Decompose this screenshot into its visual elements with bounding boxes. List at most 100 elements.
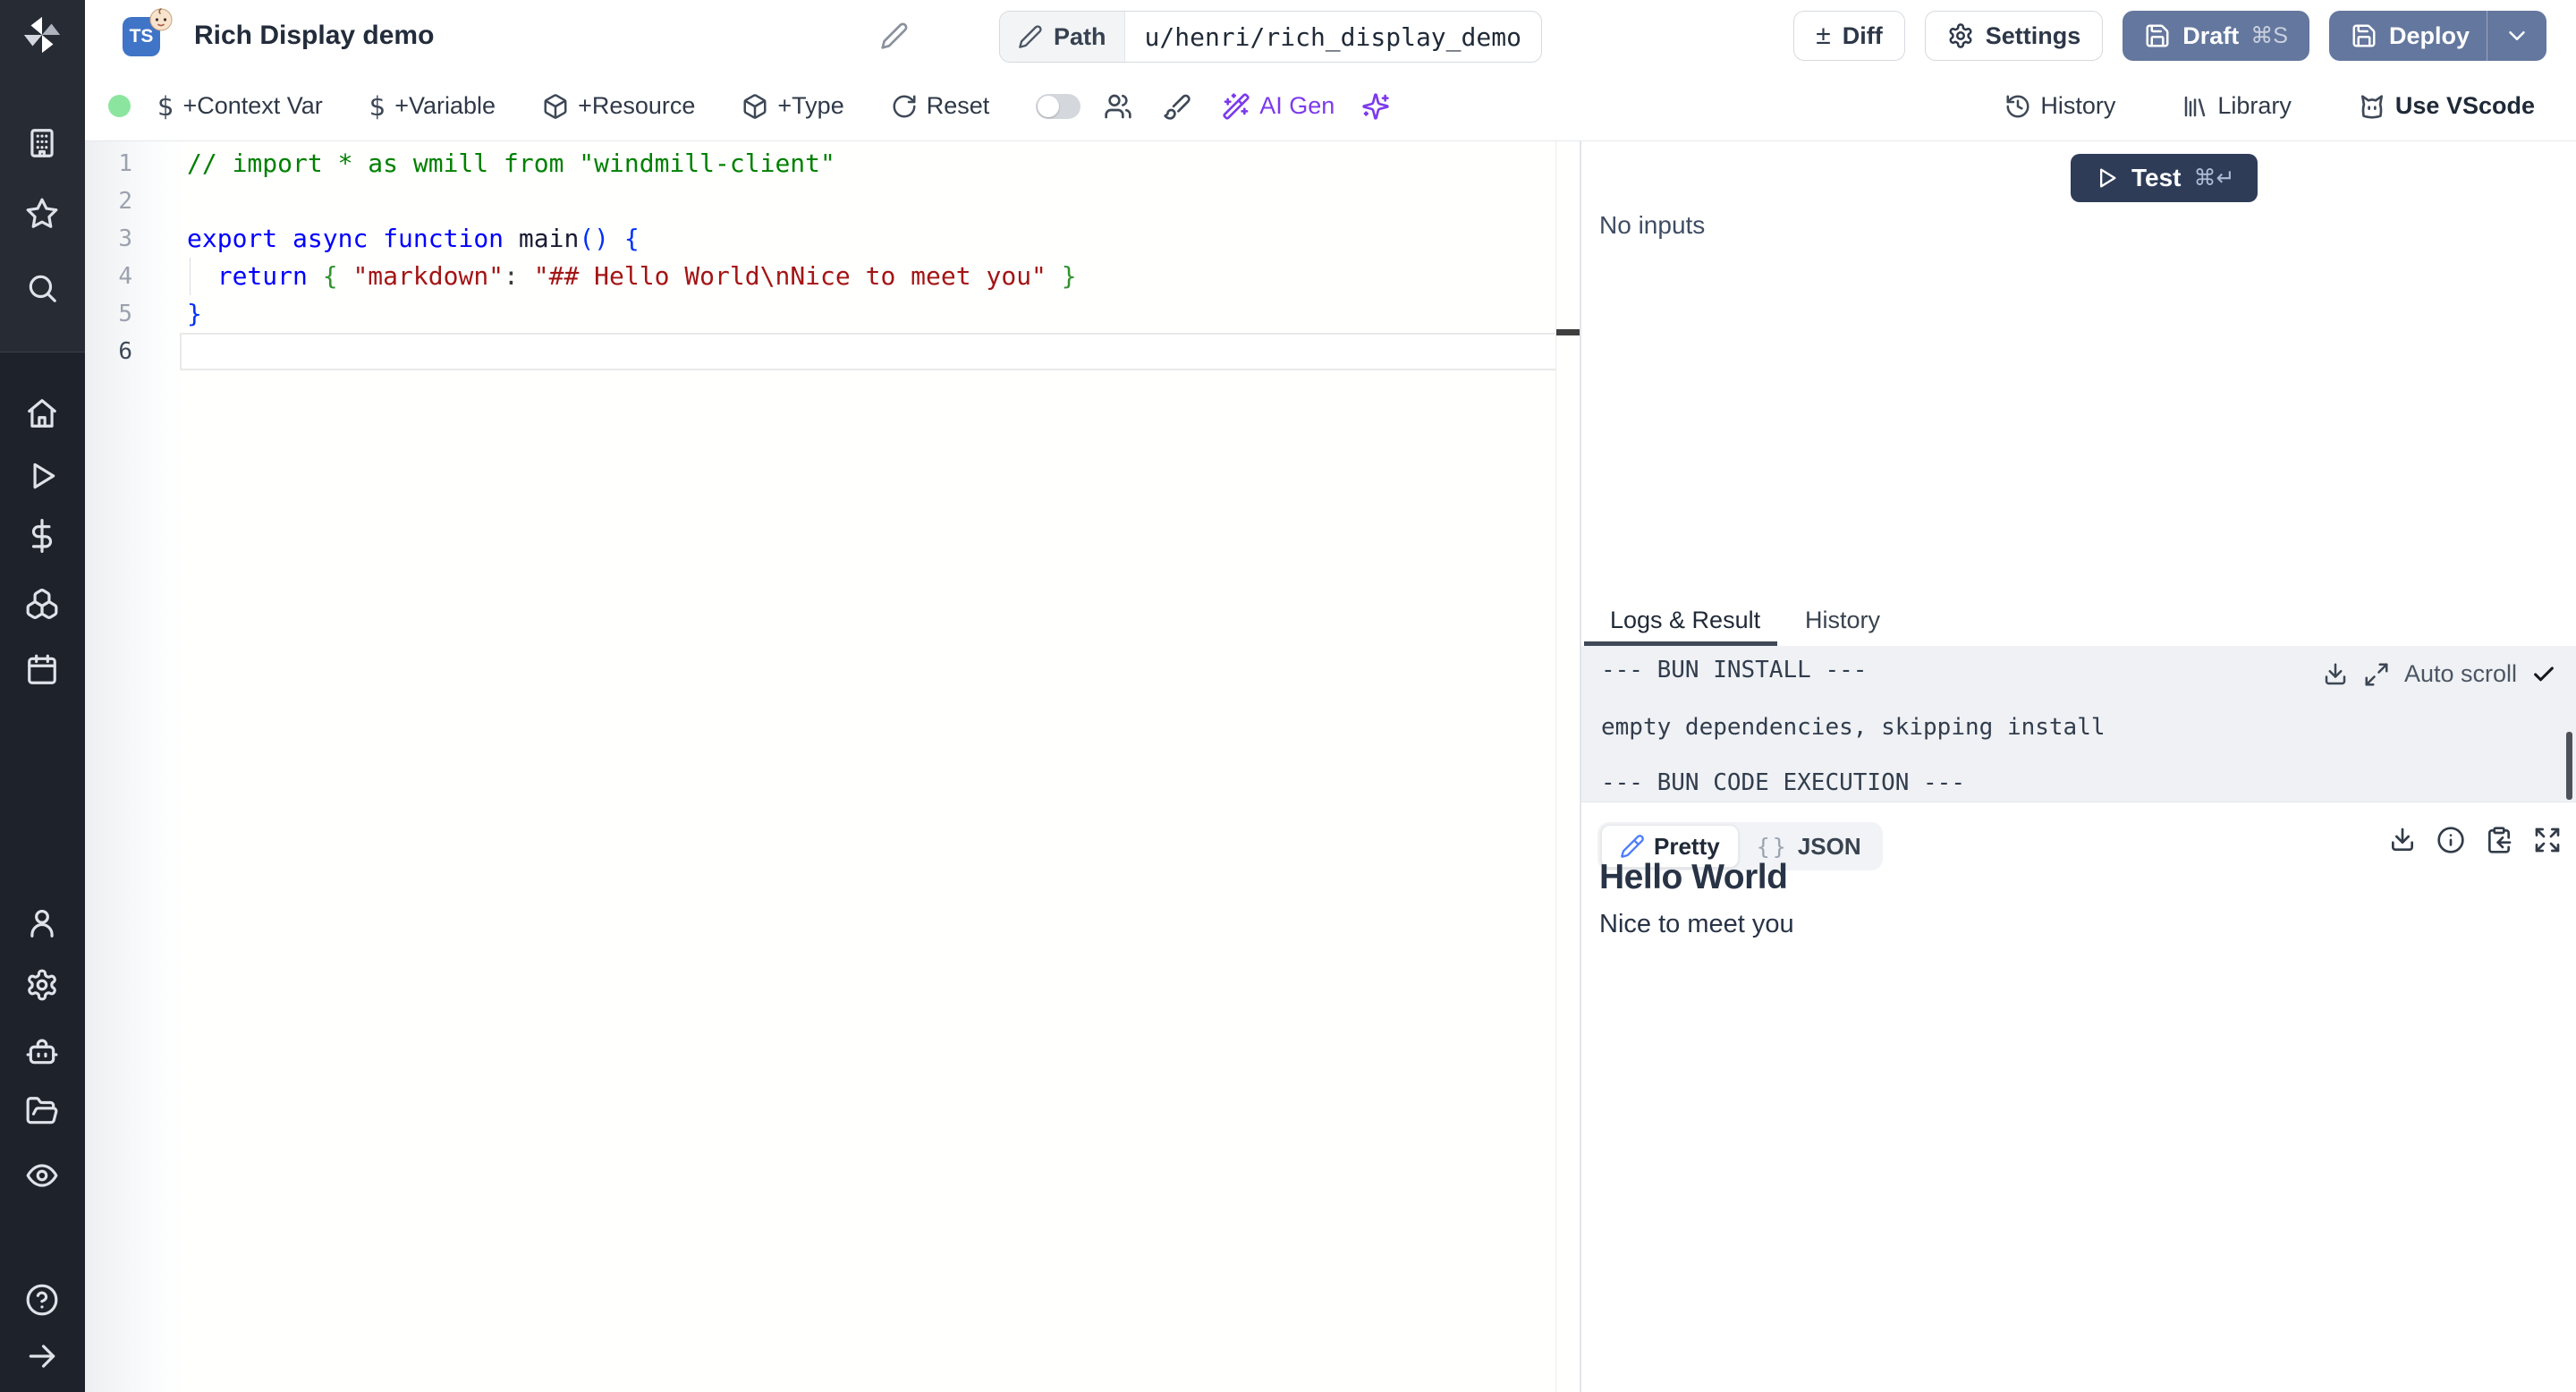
settings-gear-icon[interactable] <box>25 968 59 1002</box>
dollar-icon: $ <box>157 90 174 122</box>
header-actions: ± Diff Settings Draft ⌘S Deploy <box>1793 11 2546 61</box>
toolbar-right-group: History Library Use VScode <box>2004 92 2576 121</box>
variables-dollar-icon[interactable] <box>25 519 59 553</box>
log-line: empty dependencies, skipping install <box>1601 714 2106 741</box>
workers-robot-icon[interactable] <box>25 1034 59 1068</box>
add-context-var-button[interactable]: $ +Context Var <box>157 91 323 122</box>
add-resource-button[interactable]: +Resource <box>542 92 695 120</box>
search-icon[interactable] <box>25 271 59 305</box>
download-logs-icon[interactable] <box>2322 661 2349 688</box>
deploy-dropdown-chevron[interactable] <box>2487 11 2546 61</box>
windmill-logo[interactable] <box>21 14 63 55</box>
output-tabs: Logs & Result History <box>1581 601 2576 647</box>
download-result-icon[interactable] <box>2388 826 2417 854</box>
ai-gen-button[interactable]: AI Gen <box>1222 92 1335 121</box>
copy-clipboard-icon[interactable] <box>2485 826 2513 854</box>
draft-button[interactable]: Draft ⌘S <box>2123 11 2309 61</box>
code-lines: // import * as wmill from "windmill-clie… <box>187 145 1553 370</box>
logs-scrollbar[interactable] <box>2566 732 2572 800</box>
add-variable-button[interactable]: $ +Variable <box>369 91 496 122</box>
logs-controls: Auto scroll <box>2322 660 2556 688</box>
reset-label: Reset <box>926 92 990 119</box>
use-vscode-label: Use VScode <box>2394 92 2535 119</box>
path-label-section: Path <box>1000 12 1125 62</box>
help-icon[interactable] <box>25 1283 59 1317</box>
library-button[interactable]: Library <box>2182 92 2292 120</box>
result-markdown-paragraph: Nice to meet you <box>1599 910 1794 938</box>
overview-ruler-cursor-mark <box>1556 329 1580 335</box>
dollar-icon: $ <box>369 90 386 122</box>
fullscreen-expand-icon[interactable] <box>2533 826 2562 854</box>
path-label: Path <box>1054 22 1106 50</box>
line-number: 4 <box>118 263 132 290</box>
workspace-building-icon[interactable] <box>25 126 59 160</box>
tab-logs-result[interactable]: Logs & Result <box>1610 607 1760 634</box>
use-vscode-button[interactable]: Use VScode <box>2358 92 2535 121</box>
users-person-icon[interactable] <box>25 906 59 940</box>
editor-gutter: 1 2 3 4 5 6 <box>85 141 183 1392</box>
auto-scroll-label[interactable]: Auto scroll <box>2404 660 2517 688</box>
result-markdown-heading: Hello World <box>1599 858 1788 896</box>
draft-button-label: Draft <box>2182 21 2240 49</box>
edit-title-pencil-icon[interactable] <box>880 21 909 50</box>
box-icon <box>741 93 768 120</box>
overview-ruler[interactable] <box>1555 141 1580 1392</box>
sparkles-icon[interactable] <box>1361 92 1390 121</box>
line-number: 3 <box>118 225 132 252</box>
line-number: 2 <box>118 188 132 215</box>
expand-logs-icon[interactable] <box>2363 661 2390 688</box>
library-label: Library <box>2217 92 2292 119</box>
multiplayer-users-icon[interactable] <box>1104 92 1132 121</box>
add-type-button[interactable]: +Type <box>741 92 844 120</box>
sidebar <box>0 0 85 1392</box>
play-icon <box>2094 166 2119 191</box>
test-button[interactable]: Test ⌘↵ <box>2071 154 2258 202</box>
folders-icon[interactable] <box>25 1094 59 1128</box>
resources-cubes-icon[interactable] <box>25 587 59 621</box>
path-value[interactable]: u/henri/rich_display_demo <box>1125 12 1541 62</box>
history-button[interactable]: History <box>2004 92 2115 120</box>
log-line: --- BUN INSTALL --- <box>1601 657 1868 683</box>
result-panel: Pretty {} JSON Hello World Nice to meet … <box>1581 802 2576 1392</box>
tab-history[interactable]: History <box>1805 607 1880 634</box>
code-editor[interactable]: 1 2 3 4 5 6 // import * as wmill from "windmi… <box>85 141 1580 1392</box>
no-inputs-text: No inputs <box>1599 211 1706 239</box>
diff-button[interactable]: ± Diff <box>1793 11 1905 61</box>
check-icon[interactable] <box>2531 662 2556 687</box>
library-icon <box>2182 93 2208 120</box>
expand-sidebar-arrow-icon[interactable] <box>25 1339 59 1373</box>
code-line: } <box>187 299 202 328</box>
diff-mode-toggle[interactable] <box>1036 93 1081 119</box>
editor-toolbar: $ +Context Var $ +Variable +Resource +Ty… <box>85 72 2576 141</box>
add-resource-label: +Resource <box>578 92 696 119</box>
format-brush-icon[interactable] <box>1163 92 1191 121</box>
deploy-button[interactable]: Deploy <box>2328 11 2546 61</box>
line-number: 6 <box>118 338 132 365</box>
save-icon <box>2351 22 2377 49</box>
add-variable-label: +Variable <box>394 92 496 119</box>
page-title: Rich Display demo <box>194 21 435 50</box>
draft-kbd: ⌘S <box>2250 23 2288 48</box>
home-icon[interactable] <box>25 396 59 430</box>
code-line: export async function main() { <box>187 224 640 253</box>
reset-button[interactable]: Reset <box>891 92 990 120</box>
favorites-star-icon[interactable] <box>25 197 59 231</box>
windmill-app: TS Rich Display demo Path u/henri/rich_d… <box>0 0 2576 1392</box>
gear-icon <box>1947 22 1974 49</box>
add-type-label: +Type <box>777 92 844 119</box>
history-label: History <box>2040 92 2116 119</box>
pen-icon <box>1620 834 1645 859</box>
status-dot <box>108 95 131 117</box>
path-field[interactable]: Path u/henri/rich_display_demo <box>999 11 1542 63</box>
info-icon[interactable] <box>2436 826 2465 854</box>
settings-button[interactable]: Settings <box>1924 11 2104 61</box>
runs-play-icon[interactable] <box>25 459 59 493</box>
toggle-knob <box>1038 95 1060 117</box>
audit-eye-icon[interactable] <box>25 1159 59 1193</box>
run-panel: Test ⌘↵ No inputs Logs & Result History … <box>1581 141 2576 1392</box>
test-button-label: Test <box>2131 164 2182 191</box>
code-line: return { "markdown": "## Hello World\nNi… <box>216 261 1077 291</box>
schedules-calendar-icon[interactable] <box>25 653 59 687</box>
line-numbers: 1 2 3 4 5 6 <box>85 145 132 370</box>
